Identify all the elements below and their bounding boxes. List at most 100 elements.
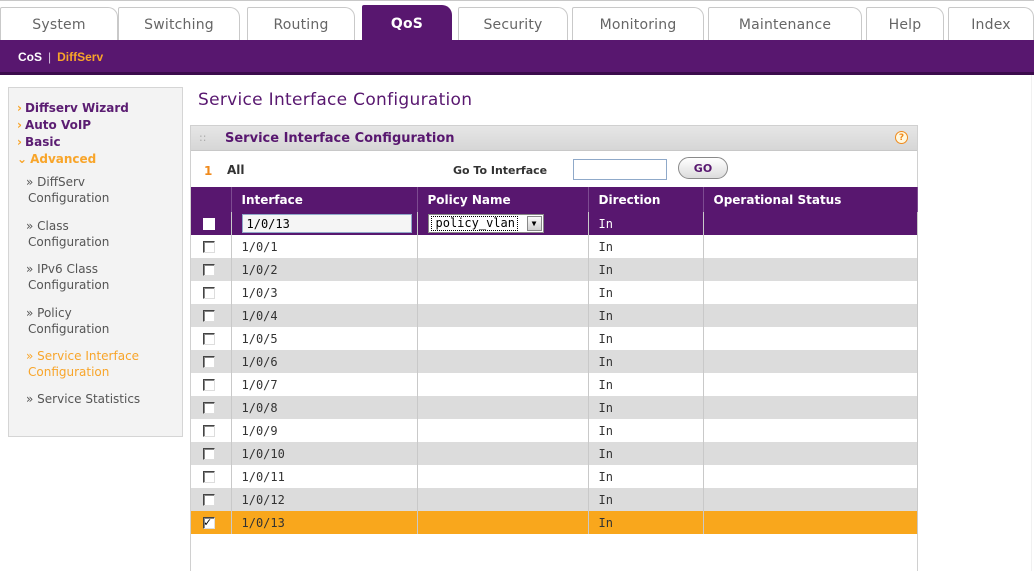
nav-diffserv-wizard[interactable]: › Diffserv Wizard	[17, 101, 129, 115]
table-row[interactable]: 1/0/4 In	[191, 304, 918, 327]
tab-qos[interactable]: QoS	[362, 5, 452, 41]
table-row[interactable]: 1/0/11 In	[191, 465, 918, 488]
table-row[interactable]: 1/0/5 In	[191, 327, 918, 350]
subnav-cos[interactable]: CoS	[18, 50, 42, 64]
direction-cell: In	[588, 465, 704, 488]
service-interface-table: Interface Policy Name Direction Operatio…	[191, 187, 918, 534]
direction-cell: In	[588, 396, 704, 419]
interface-input[interactable]	[241, 214, 412, 233]
go-button[interactable]: GO	[678, 157, 728, 179]
nav-diffserv-configuration[interactable]: » DiffServ Configuration	[26, 174, 184, 206]
nav-ipv6-class-configuration[interactable]: » IPv6 Class Configuration	[26, 261, 184, 293]
direction-cell: In	[588, 511, 704, 534]
nav-label: Advanced	[30, 152, 97, 166]
edit-row: policy_vlan ▼ In	[191, 212, 918, 235]
operational-status-cell	[703, 442, 918, 465]
operational-status-cell	[703, 327, 918, 350]
edit-row-policy-cell: policy_vlan ▼	[417, 212, 589, 235]
table-row[interactable]: 1/0/7 In	[191, 373, 918, 396]
policy-name-select[interactable]: policy_vlan ▼	[427, 214, 544, 233]
row-checkbox[interactable]	[203, 379, 215, 391]
tab-switching[interactable]: Switching	[118, 7, 240, 41]
edit-row-select-cell	[191, 212, 232, 235]
nav-auto-voip[interactable]: › Auto VoIP	[17, 118, 91, 132]
page-number-link[interactable]: 1	[204, 164, 212, 178]
nav-advanced[interactable]: ⌄ Advanced	[17, 152, 96, 166]
row-checkbox[interactable]	[203, 333, 215, 345]
subnav-diffserv[interactable]: DiffServ	[57, 50, 103, 64]
top-tab-bar: System Switching Routing QoS Security Mo…	[0, 0, 1034, 41]
table-row[interactable]: 1/0/12 In	[191, 488, 918, 511]
policy-name-cell	[417, 511, 589, 534]
operational-status-cell	[703, 258, 918, 281]
nav-service-interface-configuration[interactable]: » Service Interface Configuration	[26, 348, 184, 380]
table-row[interactable]: 1/0/10 In	[191, 442, 918, 465]
edit-row-status	[703, 212, 918, 235]
nav-sub-label-cont: Configuration	[28, 322, 110, 336]
row-checkbox[interactable]	[203, 287, 215, 299]
direction-cell: In	[588, 281, 704, 304]
direction-cell: In	[588, 235, 704, 258]
row-checkbox[interactable]	[203, 310, 215, 322]
nav-service-statistics[interactable]: » Service Statistics	[26, 391, 184, 407]
table-row[interactable]: 1/0/8 In	[191, 396, 918, 419]
policy-name-cell	[417, 258, 589, 281]
row-select-cell	[191, 396, 232, 419]
row-checkbox[interactable]	[203, 356, 215, 368]
table-row[interactable]: 1/0/6 In	[191, 350, 918, 373]
tab-monitoring[interactable]: Monitoring	[572, 7, 704, 41]
row-checkbox[interactable]	[203, 402, 215, 414]
row-checkbox[interactable]	[203, 471, 215, 483]
nav-policy-configuration[interactable]: » Policy Configuration	[26, 305, 184, 337]
select-all-checkbox[interactable]	[203, 218, 215, 230]
nav-sub-label: » Policy	[26, 306, 72, 320]
col-header-select	[191, 187, 232, 212]
row-select-cell	[191, 419, 232, 442]
policy-name-cell	[417, 327, 589, 350]
policy-name-selected: policy_vlan	[430, 216, 518, 231]
all-link[interactable]: All	[227, 163, 245, 177]
row-checkbox[interactable]	[203, 264, 215, 276]
row-checkbox[interactable]	[203, 425, 215, 437]
row-checkbox[interactable]	[203, 515, 215, 529]
interface-cell: 1/0/10	[231, 442, 418, 465]
interface-cell: 1/0/7	[231, 373, 418, 396]
col-header-direction: Direction	[588, 187, 704, 212]
table-row[interactable]: 1/0/2 In	[191, 258, 918, 281]
row-select-cell	[191, 350, 232, 373]
row-checkbox[interactable]	[203, 494, 215, 506]
tab-help[interactable]: Help	[866, 7, 944, 41]
operational-status-cell	[703, 511, 918, 534]
page-title: Service Interface Configuration	[198, 90, 473, 110]
tab-routing[interactable]: Routing	[247, 7, 355, 41]
tab-security[interactable]: Security	[458, 7, 568, 41]
tab-system[interactable]: System	[0, 7, 118, 41]
goto-interface-input[interactable]	[573, 159, 667, 180]
interface-cell: 1/0/3	[231, 281, 418, 304]
row-checkbox[interactable]	[203, 448, 215, 460]
nav-class-configuration[interactable]: » Class Configuration	[26, 218, 184, 250]
tab-index[interactable]: Index	[948, 7, 1034, 41]
panel-toolbar: 1 All Go To Interface GO	[191, 152, 917, 186]
table-row[interactable]: 1/0/3 In	[191, 281, 918, 304]
help-icon[interactable]: ?	[895, 131, 908, 144]
nav-basic[interactable]: › Basic	[17, 135, 61, 149]
table-row[interactable]: 1/0/1 In	[191, 235, 918, 258]
nav-sub-label: » Class	[26, 219, 69, 233]
row-select-cell	[191, 373, 232, 396]
panel-header: :: Service Interface Configuration ?	[191, 126, 917, 151]
interface-cell: 1/0/9	[231, 419, 418, 442]
operational-status-cell	[703, 235, 918, 258]
direction-cell: In	[588, 327, 704, 350]
direction-cell: In	[588, 442, 704, 465]
interface-cell: 1/0/5	[231, 327, 418, 350]
table-row[interactable]: 1/0/13 In	[191, 511, 918, 534]
direction-cell: In	[588, 258, 704, 281]
operational-status-cell	[703, 304, 918, 327]
tab-maintenance[interactable]: Maintenance	[708, 7, 862, 41]
nav-sub-label-cont: Configuration	[28, 191, 110, 205]
operational-status-cell	[703, 488, 918, 511]
row-checkbox[interactable]	[203, 241, 215, 253]
interface-cell: 1/0/6	[231, 350, 418, 373]
table-row[interactable]: 1/0/9 In	[191, 419, 918, 442]
